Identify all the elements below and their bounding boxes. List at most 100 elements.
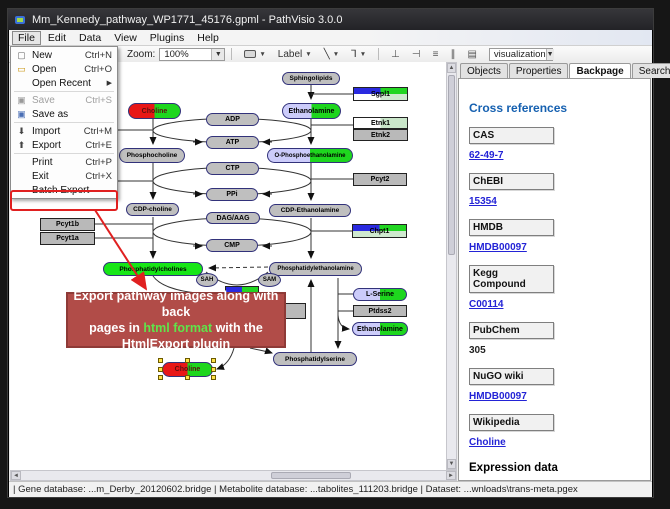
node-l-serine[interactable]: L-Serine: [353, 288, 407, 301]
node-pcyt1a[interactable]: Pcyt1a: [40, 232, 95, 245]
tab-backpage[interactable]: Backpage: [569, 63, 630, 78]
new-elbow-line-button[interactable]: Ꞁ▼: [347, 47, 370, 61]
selection-handle[interactable]: [158, 367, 163, 372]
node-etnk2[interactable]: Etnk2: [353, 129, 408, 141]
chevron-down-icon[interactable]: ▼: [360, 51, 366, 58]
menubar-item-view[interactable]: View: [108, 31, 143, 45]
selection-handle[interactable]: [185, 375, 190, 380]
xref-link[interactable]: 15354: [469, 196, 497, 207]
chevron-down-icon[interactable]: ▼: [305, 51, 311, 58]
selection-handle[interactable]: [211, 375, 216, 380]
xref-section-kegg-compound: Kegg CompoundC00114: [469, 265, 642, 310]
file-menu-item-open-recent[interactable]: Open Recent▶: [11, 76, 117, 90]
node-cdp-ethanolamine[interactable]: CDP-Ethanolamine: [269, 204, 351, 217]
node-sah[interactable]: SAH: [196, 273, 218, 287]
xref-link[interactable]: Choline: [469, 437, 506, 448]
menubar-item-edit[interactable]: Edit: [42, 31, 72, 45]
xref-link[interactable]: 62-49-7: [469, 150, 503, 161]
node-ptdss2[interactable]: Ptdss2: [353, 305, 407, 317]
node-cmp[interactable]: CMP: [206, 239, 258, 252]
window-title: Mm_Kennedy_pathway_WP1771_45176.gpml - P…: [32, 14, 342, 26]
file-menu-item-print[interactable]: PrintCtrl+P: [11, 155, 117, 169]
node-dag-aag[interactable]: DAG/AAG: [206, 212, 260, 224]
export-icon: ⬆: [14, 140, 29, 151]
align-center-x-icon[interactable]: ⊥: [391, 49, 400, 60]
node-ppi[interactable]: PPi: [206, 188, 258, 201]
node-adp[interactable]: ADP: [206, 113, 259, 126]
node-chpt1[interactable]: Chpt1: [352, 224, 407, 238]
node-phosphatidylserine[interactable]: Phosphatidylserine: [273, 352, 357, 366]
file-menu-item-open[interactable]: ▭OpenCtrl+O: [11, 62, 117, 76]
node-etnk1[interactable]: Etnk1: [353, 117, 408, 129]
file-menu-item-batch-export[interactable]: Batch Export: [11, 183, 117, 197]
node-choline-top[interactable]: Choline: [128, 103, 181, 119]
file-menu-item-exit[interactable]: ExitCtrl+X: [11, 169, 117, 183]
node-phosphatidylcholines[interactable]: Phosphatidylcholines: [103, 262, 203, 276]
chevron-down-icon[interactable]: ▼: [546, 49, 554, 60]
node-pcyt2[interactable]: Pcyt2: [353, 173, 407, 186]
file-menu-item-save-as[interactable]: ▣Save as: [11, 107, 117, 121]
chevron-down-icon[interactable]: ▼: [333, 51, 339, 58]
new-label-button[interactable]: Label▼: [274, 47, 316, 61]
chevron-down-icon[interactable]: ▼: [259, 51, 265, 58]
cross-references-list: CAS62-49-7ChEBI15354HMDBHMDB00097Kegg Co…: [469, 127, 642, 448]
node-cdp-choline[interactable]: CDP-choline: [126, 203, 179, 216]
xref-link[interactable]: C00114: [469, 299, 503, 310]
file-menu-item-import[interactable]: ⬇ImportCtrl+M: [11, 124, 117, 138]
node-phosphocholine[interactable]: Phosphocholine: [119, 148, 185, 163]
menubar-item-file[interactable]: File: [12, 31, 41, 45]
xref-link[interactable]: HMDB00097: [469, 391, 527, 402]
vertical-scroll-thumb[interactable]: [448, 75, 455, 255]
node-label: Etnk1: [370, 120, 391, 127]
selection-handle[interactable]: [185, 358, 190, 363]
menubar-item-data[interactable]: Data: [73, 31, 107, 45]
visualization-combobox[interactable]: visualization ▼: [489, 48, 553, 61]
node-ethanolamine-top[interactable]: Ethanolamine: [282, 103, 341, 119]
node-pcyt1b[interactable]: Pcyt1b: [40, 218, 95, 231]
tab-properties[interactable]: Properties: [509, 63, 569, 78]
xref-link[interactable]: HMDB00097: [469, 242, 527, 253]
stack-horizontal-icon[interactable]: ∥: [450, 49, 455, 60]
zoom-combobox[interactable]: 100% ▼: [159, 48, 225, 61]
node-sam[interactable]: SAM: [258, 273, 281, 287]
selection-handle[interactable]: [211, 367, 216, 372]
file-menu-item-save: ▣SaveCtrl+S: [11, 93, 117, 107]
node-ethanolamine-2[interactable]: Ethanolamine: [352, 322, 408, 336]
horizontal-scrollbar[interactable]: ◄ ►: [10, 470, 457, 481]
node-atp[interactable]: ATP: [206, 136, 259, 149]
tab-objects[interactable]: Objects: [460, 63, 508, 78]
vertical-scrollbar[interactable]: ▲ ▼: [446, 62, 457, 470]
chevron-down-icon[interactable]: ▼: [211, 49, 224, 60]
file-menu-item-new[interactable]: ▢NewCtrl+N: [11, 48, 117, 62]
selection-handle[interactable]: [158, 375, 163, 380]
node-label: SAM: [262, 277, 277, 283]
node-phosphatidylethanolamine[interactable]: Phosphatidylethanolamine: [269, 262, 362, 276]
node-o-phosphoethanolamine[interactable]: O-Phosphoethanolamine: [267, 148, 353, 163]
node-sphingolipids[interactable]: Sphingolipids: [282, 72, 340, 85]
xref-section-value: Choline: [469, 437, 642, 448]
node-ctp[interactable]: CTP: [206, 162, 259, 175]
node-sgpl1[interactable]: Sgpl1: [353, 87, 408, 101]
scroll-up-icon[interactable]: ▲: [447, 63, 456, 73]
screenshot-stage: { "window": { "title": "Mm_Kennedy_pathw…: [0, 0, 670, 509]
align-center-y-icon[interactable]: ⊣: [412, 49, 421, 60]
menubar-item-help[interactable]: Help: [191, 31, 225, 45]
scroll-left-icon[interactable]: ◄: [11, 471, 21, 480]
new-datanode-button[interactable]: ▼: [240, 47, 269, 61]
new-line-button[interactable]: ╲▼: [320, 47, 343, 61]
xref-section-value: HMDB00097: [469, 391, 642, 402]
side-panel: ObjectsPropertiesBackpageSearchLegend Cr…: [457, 62, 652, 481]
stack-vertical-icon[interactable]: ≡: [433, 49, 439, 60]
selection-handle[interactable]: [211, 358, 216, 363]
file-menu-popup: ▢NewCtrl+N▭OpenCtrl+OOpen Recent▶ ▣SaveCt…: [10, 46, 118, 199]
scroll-down-icon[interactable]: ▼: [447, 459, 456, 469]
file-menu-item-export[interactable]: ⬆ExportCtrl+E: [11, 138, 117, 152]
xref-section-value: 15354: [469, 196, 642, 207]
tab-search[interactable]: Search: [632, 63, 670, 78]
scroll-right-icon[interactable]: ►: [446, 471, 456, 480]
horizontal-scroll-thumb[interactable]: [271, 472, 351, 479]
menubar-item-plugins[interactable]: Plugins: [144, 31, 190, 45]
selection-handle[interactable]: [158, 358, 163, 363]
common-size-icon[interactable]: ▤: [467, 49, 476, 60]
node-label: Ethanolamine: [356, 326, 404, 333]
